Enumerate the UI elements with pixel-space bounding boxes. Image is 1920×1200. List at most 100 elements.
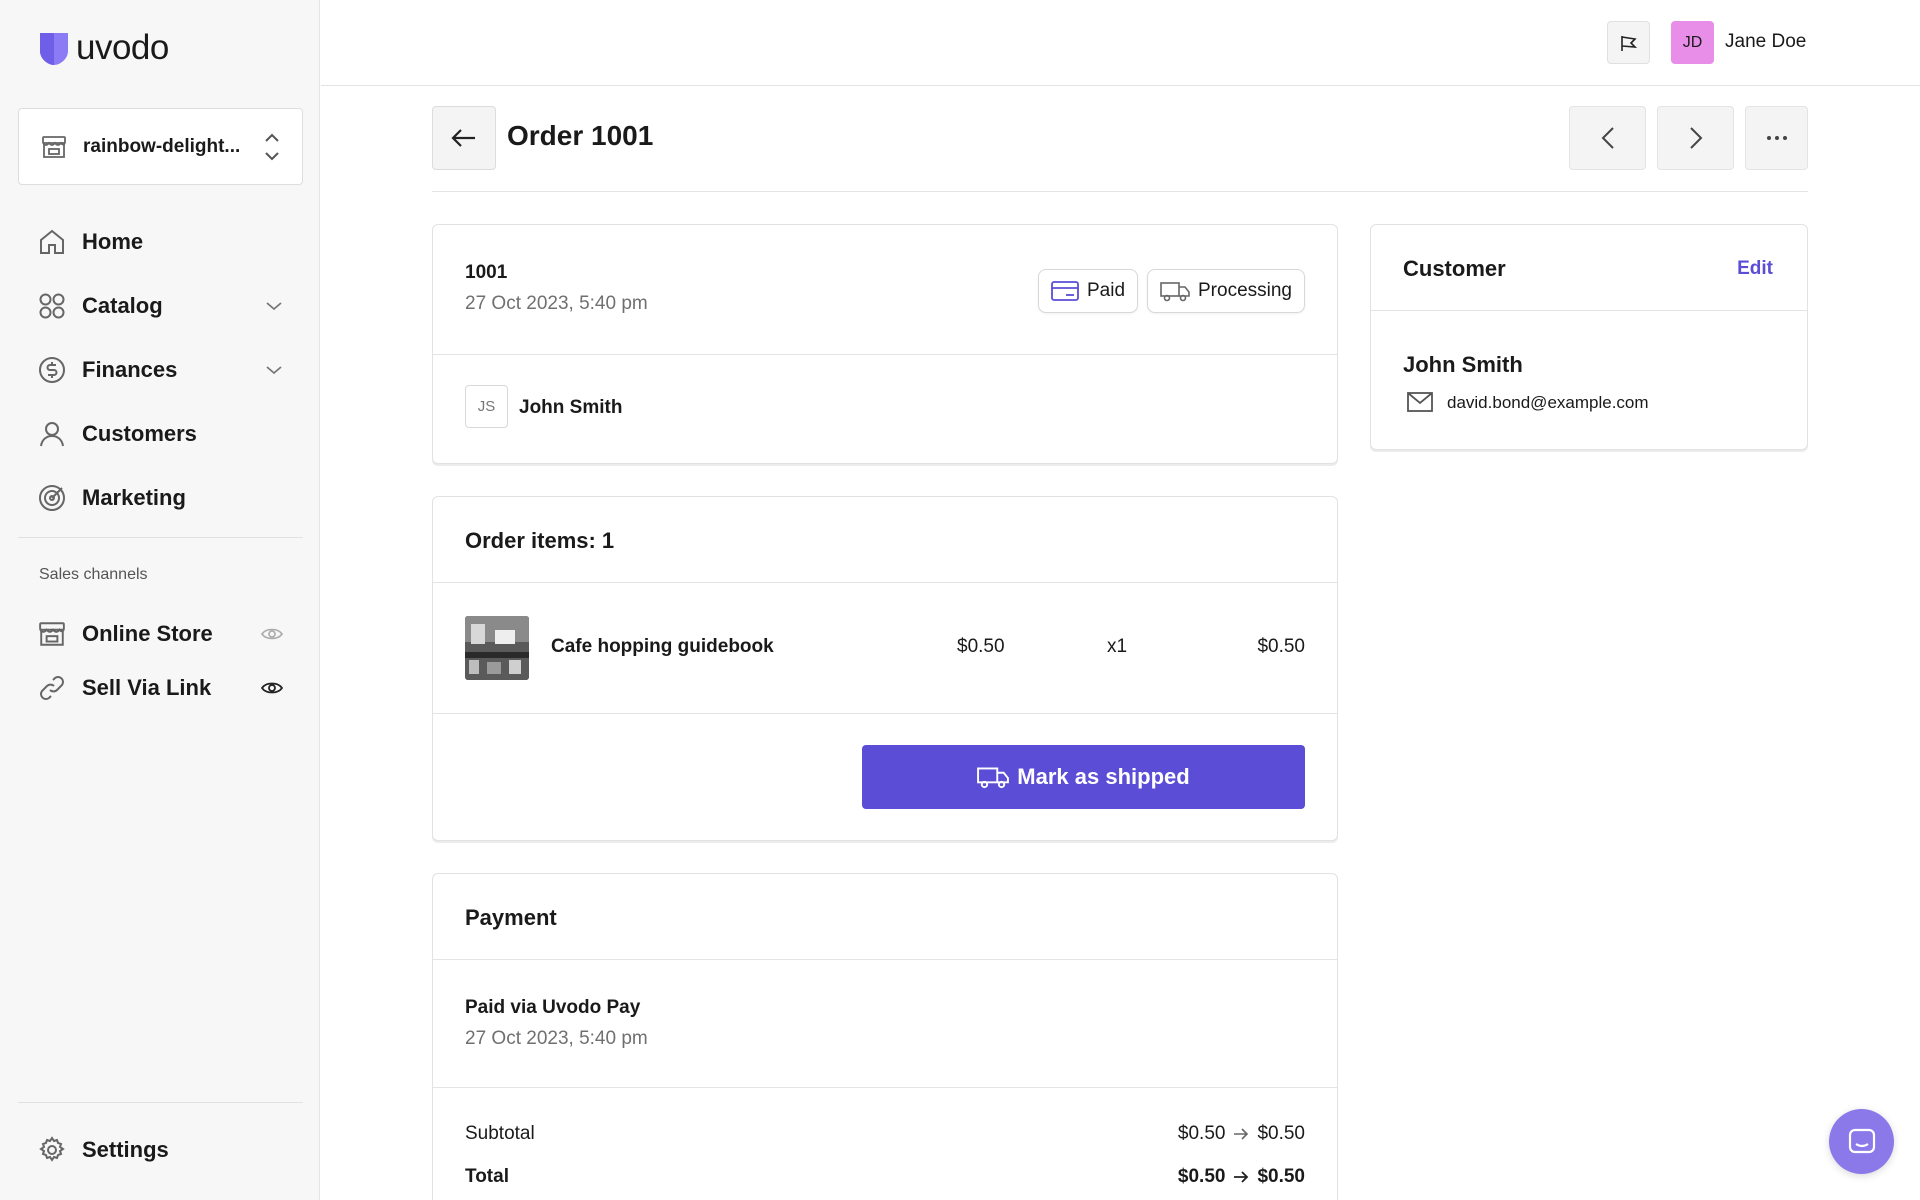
payment-card: Payment Paid via Uvodo Pay 27 Oct 2023, …	[432, 873, 1338, 1200]
main-nav: Home Catalog Finances Customers Marketin…	[18, 210, 303, 530]
credit-card-icon	[1051, 281, 1079, 301]
user-name[interactable]: Jane Doe	[1725, 31, 1806, 53]
customer-card-header: Customer Edit	[1371, 225, 1807, 311]
truck-icon	[1160, 282, 1190, 302]
nav-item-customers[interactable]: Customers	[18, 402, 303, 466]
order-items-header: Order items: 1	[433, 497, 1337, 583]
truck-icon	[977, 767, 1010, 789]
settings-divider	[18, 1102, 303, 1103]
channel-label: Online Store	[82, 621, 213, 646]
product-name[interactable]: Cafe hopping guidebook	[551, 636, 774, 658]
store-name: rainbow-delight...	[83, 135, 241, 157]
nav-label: Customers	[82, 421, 197, 446]
channel-online-store[interactable]: Online Store	[18, 607, 303, 661]
nav-label: Finances	[82, 357, 178, 382]
link-icon	[40, 676, 64, 700]
brand-logo[interactable]: uvodo	[38, 28, 169, 68]
eye-icon[interactable]	[261, 627, 283, 641]
more-actions-button[interactable]	[1745, 106, 1808, 170]
subtotal-to: $0.50	[1257, 1123, 1305, 1144]
fulfillment-status-label: Processing	[1198, 280, 1292, 301]
total-value: $0.50 $0.50	[1178, 1166, 1305, 1188]
page-header: Order 1001	[432, 106, 1808, 192]
subtotal-from: $0.50	[1177, 1123, 1226, 1144]
product-image-icon	[465, 616, 529, 680]
total-label: Total	[465, 1166, 509, 1187]
chat-icon	[1848, 1128, 1875, 1153]
channel-sell-via-link[interactable]: Sell Via Link	[18, 661, 303, 715]
nav-item-catalog[interactable]: Catalog	[18, 274, 303, 338]
order-items-actions: Mark as shipped	[433, 714, 1337, 840]
back-button[interactable]	[432, 106, 496, 170]
customer-email[interactable]: david.bond@example.com	[1447, 393, 1649, 413]
payment-status-label: Paid	[1087, 280, 1126, 301]
chevron-updown-icon	[265, 133, 279, 160]
support-chat-button[interactable]	[1829, 1109, 1894, 1174]
announcements-button[interactable]	[1607, 21, 1650, 64]
product-thumbnail	[465, 616, 529, 680]
dollar-icon	[39, 357, 65, 383]
nav-label: Marketing	[82, 485, 186, 510]
nav-item-finances[interactable]: Finances	[18, 338, 303, 402]
more-horizontal-icon	[1766, 136, 1787, 140]
product-price: $0.50	[957, 636, 1005, 657]
subtotal-label: Subtotal	[465, 1123, 535, 1144]
catalog-icon	[39, 293, 65, 319]
payment-method: Paid via Uvodo Pay	[465, 997, 641, 1018]
top-bar: JD Jane Doe	[321, 0, 1920, 86]
sales-channels: Online Store Sell Via Link	[18, 607, 303, 715]
nav-item-home[interactable]: Home	[18, 210, 303, 274]
customer-name: John Smith	[1403, 352, 1523, 377]
customer-card-title: Customer	[1403, 256, 1506, 281]
storefront-icon	[39, 622, 65, 646]
customer-details: John Smith david.bond@example.com	[1371, 311, 1807, 449]
mark-as-shipped-label: Mark as shipped	[1017, 764, 1190, 789]
nav-item-settings[interactable]: Settings	[18, 1118, 303, 1182]
logo-icon	[40, 33, 68, 65]
sidebar: uvodo rainbow-delight... Home Catalog Fi…	[0, 0, 320, 1200]
payment-date: 27 Oct 2023, 5:40 pm	[465, 1028, 648, 1049]
eye-icon[interactable]	[261, 681, 283, 695]
customer-initials-avatar: JS	[465, 385, 508, 428]
settings-label: Settings	[82, 1137, 169, 1162]
customer-card: Customer Edit John Smith david.bond@exam…	[1370, 224, 1808, 450]
subtotal-value: $0.50 $0.50	[1178, 1123, 1305, 1145]
megaphone-icon	[1620, 35, 1637, 51]
page-title: Order 1001	[507, 120, 654, 151]
channel-label: Sell Via Link	[82, 675, 212, 700]
payment-method-section: Paid via Uvodo Pay 27 Oct 2023, 5:40 pm	[433, 960, 1337, 1088]
next-order-button[interactable]	[1657, 106, 1734, 170]
previous-order-button[interactable]	[1569, 106, 1646, 170]
arrow-left-icon	[451, 129, 475, 147]
gear-icon	[39, 1136, 65, 1162]
chevron-left-icon	[1601, 127, 1614, 149]
brand-name: uvodo	[76, 28, 169, 67]
order-customer-name[interactable]: John Smith	[519, 397, 622, 419]
nav-label: Catalog	[82, 293, 163, 318]
storefront-icon	[42, 135, 66, 158]
target-icon	[39, 485, 65, 511]
payment-header: Payment	[433, 874, 1337, 960]
arrow-right-icon	[1234, 1128, 1249, 1140]
payment-status-badge: Paid	[1038, 269, 1139, 313]
order-date: 27 Oct 2023, 5:40 pm	[465, 293, 648, 314]
product-line-total: $0.50	[1257, 636, 1305, 657]
edit-customer-link[interactable]: Edit	[1737, 258, 1773, 280]
mail-icon	[1407, 392, 1433, 412]
store-switcher[interactable]: rainbow-delight...	[18, 108, 303, 185]
chevron-down-icon[interactable]	[265, 364, 283, 376]
total-from: $0.50	[1177, 1166, 1226, 1187]
order-info-section: 1001 27 Oct 2023, 5:40 pm Paid Processin…	[433, 225, 1337, 355]
product-quantity: x1	[1107, 636, 1128, 657]
order-customer-section: JS John Smith	[433, 355, 1337, 463]
chevron-down-icon[interactable]	[265, 300, 283, 312]
order-items-title: Order items: 1	[465, 528, 615, 553]
table-row: Cafe hopping guidebook $0.50 x1 $0.50	[433, 583, 1337, 714]
user-avatar[interactable]: JD	[1671, 21, 1714, 64]
nav-item-marketing[interactable]: Marketing	[18, 466, 303, 530]
payment-title: Payment	[465, 905, 557, 930]
arrow-right-icon	[1234, 1171, 1249, 1183]
home-icon	[40, 229, 64, 254]
mark-as-shipped-button[interactable]: Mark as shipped	[862, 745, 1305, 809]
user-icon	[40, 422, 64, 447]
